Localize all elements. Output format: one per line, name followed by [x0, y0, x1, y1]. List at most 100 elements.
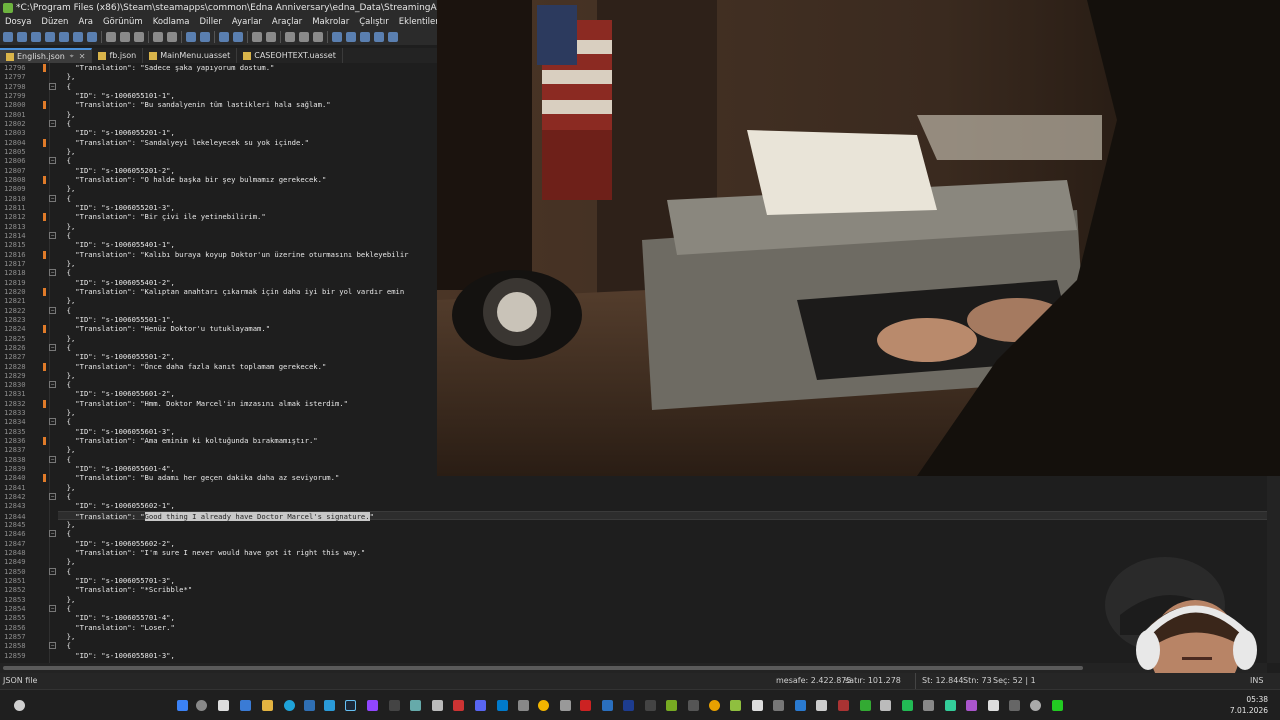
app-icon[interactable] [645, 700, 656, 711]
code-line[interactable]: 12845 }, [4, 520, 1267, 529]
new-file-icon[interactable] [3, 32, 13, 42]
fold-toggle-icon[interactable]: − [49, 493, 56, 501]
code-line[interactable]: 12854 − { [4, 604, 1267, 613]
tab[interactable]: CASEOHTEXT.uasset [237, 48, 343, 63]
menu-item[interactable]: Ayarlar [227, 16, 267, 29]
menu-item[interactable]: Ara [73, 16, 98, 29]
app-icon[interactable] [860, 700, 871, 711]
chrome-icon[interactable] [538, 700, 549, 711]
app-icon[interactable] [560, 700, 571, 711]
menu-item[interactable]: Makrolar [307, 16, 354, 29]
edge-icon[interactable] [284, 700, 295, 711]
code-line[interactable]: 12841 }, [4, 483, 1267, 492]
widgets-icon[interactable] [240, 700, 251, 711]
menu-item[interactable]: Çalıştır [354, 16, 393, 29]
search-icon[interactable] [196, 700, 207, 711]
fold-toggle-icon[interactable]: − [49, 381, 56, 389]
fold-toggle-icon[interactable]: − [49, 605, 56, 613]
app-icon[interactable] [902, 700, 913, 711]
print-icon[interactable] [87, 32, 97, 42]
sync-horizontal-icon[interactable] [266, 32, 276, 42]
save-icon[interactable] [31, 32, 41, 42]
store-icon[interactable] [304, 700, 315, 711]
code-line[interactable]: 12846 − { [4, 529, 1267, 538]
code-line[interactable]: 12858 − { [4, 641, 1267, 650]
code-line[interactable]: 12853 }, [4, 595, 1267, 604]
code-line[interactable]: 12844 "Translation": "Good thing I alrea… [4, 510, 1267, 521]
code-line[interactable]: 12856 "Translation": "Loser." [4, 623, 1267, 632]
code-line[interactable]: 12842 − { [4, 492, 1267, 501]
menu-item[interactable]: Diller [195, 16, 227, 29]
copy-icon[interactable] [120, 32, 130, 42]
vscode-icon[interactable] [497, 700, 508, 711]
app-icon[interactable] [410, 700, 421, 711]
paste-icon[interactable] [134, 32, 144, 42]
notepadpp-taskbar-icon[interactable] [730, 700, 741, 711]
app-icon[interactable] [580, 700, 591, 711]
app-icon[interactable] [688, 700, 699, 711]
pin-icon[interactable]: ⌖ [70, 52, 74, 61]
code-line[interactable]: 12855 "ID": "s-1006055701-4", [4, 613, 1267, 622]
fold-toggle-icon[interactable]: − [49, 194, 56, 202]
file-explorer-icon[interactable] [262, 700, 273, 711]
fold-toggle-icon[interactable]: − [49, 530, 56, 538]
fold-toggle-icon[interactable]: − [49, 269, 56, 277]
app-icon[interactable] [666, 700, 677, 711]
app-icon[interactable] [816, 700, 827, 711]
document-map-icon[interactable] [346, 32, 356, 42]
task-view-icon[interactable] [218, 700, 229, 711]
fold-toggle-icon[interactable]: − [49, 231, 56, 239]
app-icon[interactable] [518, 700, 529, 711]
menu-item[interactable]: Araçlar [267, 16, 307, 29]
start-icon[interactable] [177, 700, 188, 711]
app-icon[interactable] [880, 700, 891, 711]
code-line[interactable]: 12847 "ID": "s-1006055602-2", [4, 539, 1267, 548]
app-icon[interactable] [602, 700, 613, 711]
app-icon[interactable] [623, 700, 634, 711]
app-icon[interactable] [453, 700, 464, 711]
sync-vertical-icon[interactable] [252, 32, 262, 42]
twitch-icon[interactable] [367, 700, 378, 711]
settings-icon[interactable] [1030, 700, 1041, 711]
discord-icon[interactable] [475, 700, 486, 711]
menu-item[interactable]: Düzen [36, 16, 73, 29]
code-line[interactable]: 12849 }, [4, 557, 1267, 566]
app-icon[interactable] [432, 700, 443, 711]
close-all-icon[interactable] [73, 32, 83, 42]
fold-toggle-icon[interactable]: − [49, 343, 56, 351]
app-icon[interactable] [923, 700, 934, 711]
zoom-in-icon[interactable] [219, 32, 229, 42]
app-icon[interactable] [795, 700, 806, 711]
indent-guide-icon[interactable] [313, 32, 323, 42]
fold-toggle-icon[interactable]: − [49, 157, 56, 165]
status-insert-mode[interactable]: INS [1250, 673, 1263, 689]
code-line[interactable]: 12852 "Translation": "*Scribble*" [4, 585, 1267, 594]
menu-item[interactable]: Görünüm [98, 16, 148, 29]
fold-toggle-icon[interactable]: − [49, 119, 56, 127]
xml-tools-icon[interactable] [332, 32, 342, 42]
fold-toggle-icon[interactable]: − [49, 306, 56, 314]
close-tab-icon[interactable]: ✕ [79, 52, 86, 61]
app-icon[interactable] [389, 700, 400, 711]
app-icon[interactable] [988, 700, 999, 711]
fold-toggle-icon[interactable]: − [49, 642, 56, 650]
app-icon[interactable] [773, 700, 784, 711]
open-file-icon[interactable] [17, 32, 27, 42]
app-icon[interactable] [709, 700, 720, 711]
steam-icon[interactable] [345, 700, 356, 711]
app-icon[interactable] [838, 700, 849, 711]
tab[interactable]: English.json ⌖ ✕ [0, 48, 93, 63]
fold-toggle-icon[interactable]: − [49, 82, 56, 90]
folder-workspace-icon[interactable] [374, 32, 384, 42]
replace-icon[interactable] [200, 32, 210, 42]
fold-toggle-icon[interactable]: − [49, 418, 56, 426]
horizontal-scroll-thumb[interactable] [3, 666, 1083, 670]
fold-toggle-icon[interactable]: − [49, 455, 56, 463]
menu-item[interactable]: Kodlama [148, 16, 195, 29]
function-list-icon[interactable] [360, 32, 370, 42]
play-icon[interactable] [1052, 700, 1063, 711]
code-line[interactable]: 12850 − { [4, 567, 1267, 576]
monitor-icon[interactable] [388, 32, 398, 42]
show-all-chars-icon[interactable] [299, 32, 309, 42]
weather-widget-icon[interactable] [14, 700, 25, 711]
